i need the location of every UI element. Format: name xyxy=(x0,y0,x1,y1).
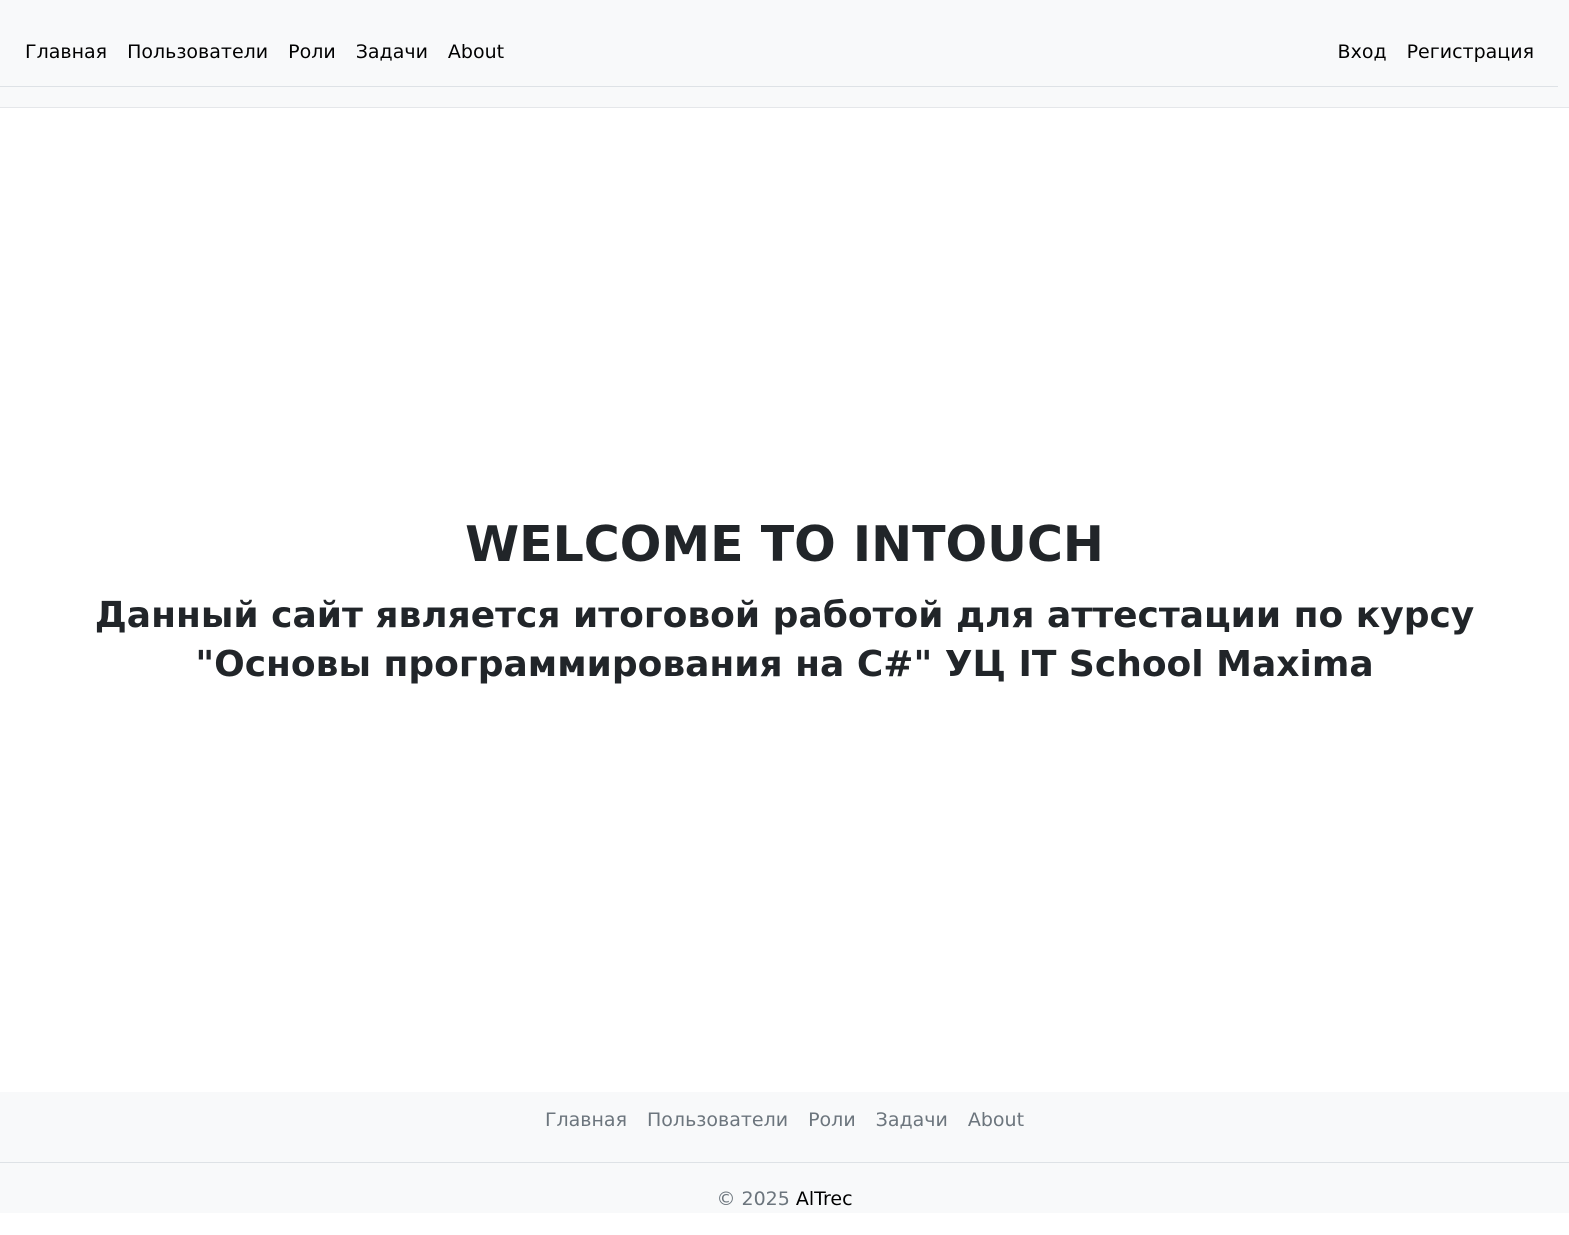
nav-link-users[interactable]: Пользователи xyxy=(127,38,268,66)
footer-link-roles[interactable]: Роли xyxy=(808,1106,856,1134)
register-link[interactable]: Регистрация xyxy=(1407,38,1534,66)
nav-link-about[interactable]: About xyxy=(448,38,504,66)
footer-nav: Главная Пользователи Роли Задачи About xyxy=(0,1106,1569,1134)
login-link[interactable]: Вход xyxy=(1338,38,1387,66)
footer-link-home[interactable]: Главная xyxy=(545,1106,627,1134)
page-title: WELCOME TO INTOUCH xyxy=(465,516,1104,573)
page-subtitle: Данный сайт является итоговой работой дл… xyxy=(94,595,1475,685)
copyright-year: © 2025 xyxy=(716,1188,790,1210)
main-nav: Главная Пользователи Роли Задачи About xyxy=(25,38,504,66)
footer-link-tasks[interactable]: Задачи xyxy=(876,1106,948,1134)
auth-nav: Вход Регистрация xyxy=(1338,38,1534,66)
hero-section: WELCOME TO INTOUCH Данный сайт является … xyxy=(0,515,1569,689)
navbar-bottom-border xyxy=(0,107,1569,108)
nav-link-home[interactable]: Главная xyxy=(25,38,107,66)
nav-link-roles[interactable]: Роли xyxy=(288,38,336,66)
footer-link-users[interactable]: Пользователи xyxy=(647,1106,788,1134)
navbar-spacer xyxy=(0,87,1569,107)
footer-link-about[interactable]: About xyxy=(968,1106,1024,1134)
footer-divider xyxy=(0,1162,1569,1163)
copyright-brand[interactable]: AlTrec xyxy=(796,1188,853,1210)
nav-link-tasks[interactable]: Задачи xyxy=(356,38,428,66)
footer: Главная Пользователи Роли Задачи About ©… xyxy=(0,1092,1569,1213)
copyright: © 2025 AlTrec xyxy=(0,1186,1569,1212)
top-navbar: Главная Пользователи Роли Задачи About В… xyxy=(0,0,1569,108)
